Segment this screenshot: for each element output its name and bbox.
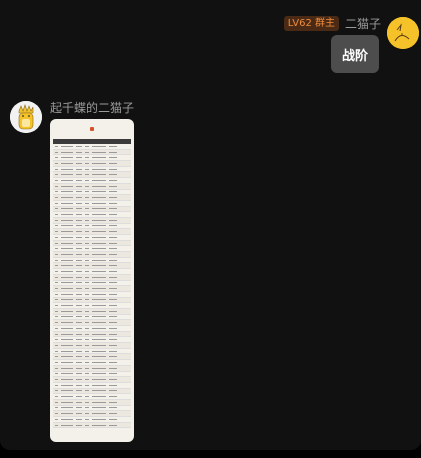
outgoing-sender-name[interactable]: 二猫子 <box>345 15 381 32</box>
document-title <box>90 127 94 131</box>
incoming-avatar[interactable] <box>10 101 42 133</box>
chat-view: LV62 群主 二猫子 战阶 起千蝶的二猫子 <box>0 0 421 450</box>
outgoing-message-bubble[interactable]: 战阶 <box>331 35 379 73</box>
cat-character-icon <box>10 101 42 133</box>
outgoing-sender-line: LV62 群主 二猫子 <box>283 15 381 32</box>
document-header <box>50 119 134 139</box>
group-owner-badge: LV62 群主 <box>283 15 339 31</box>
document-table-rows <box>53 144 131 429</box>
document-table <box>53 139 131 429</box>
bottom-edge <box>0 450 421 458</box>
incoming-sender-name[interactable]: 起千蝶的二猫子 <box>50 99 134 116</box>
shared-image-thumbnail[interactable] <box>50 119 134 442</box>
outgoing-message-text: 战阶 <box>341 48 368 64</box>
table-row <box>53 422 131 429</box>
cat-sketch-icon <box>387 17 419 49</box>
app-logo-icon <box>90 127 94 131</box>
outgoing-avatar[interactable] <box>387 17 419 49</box>
